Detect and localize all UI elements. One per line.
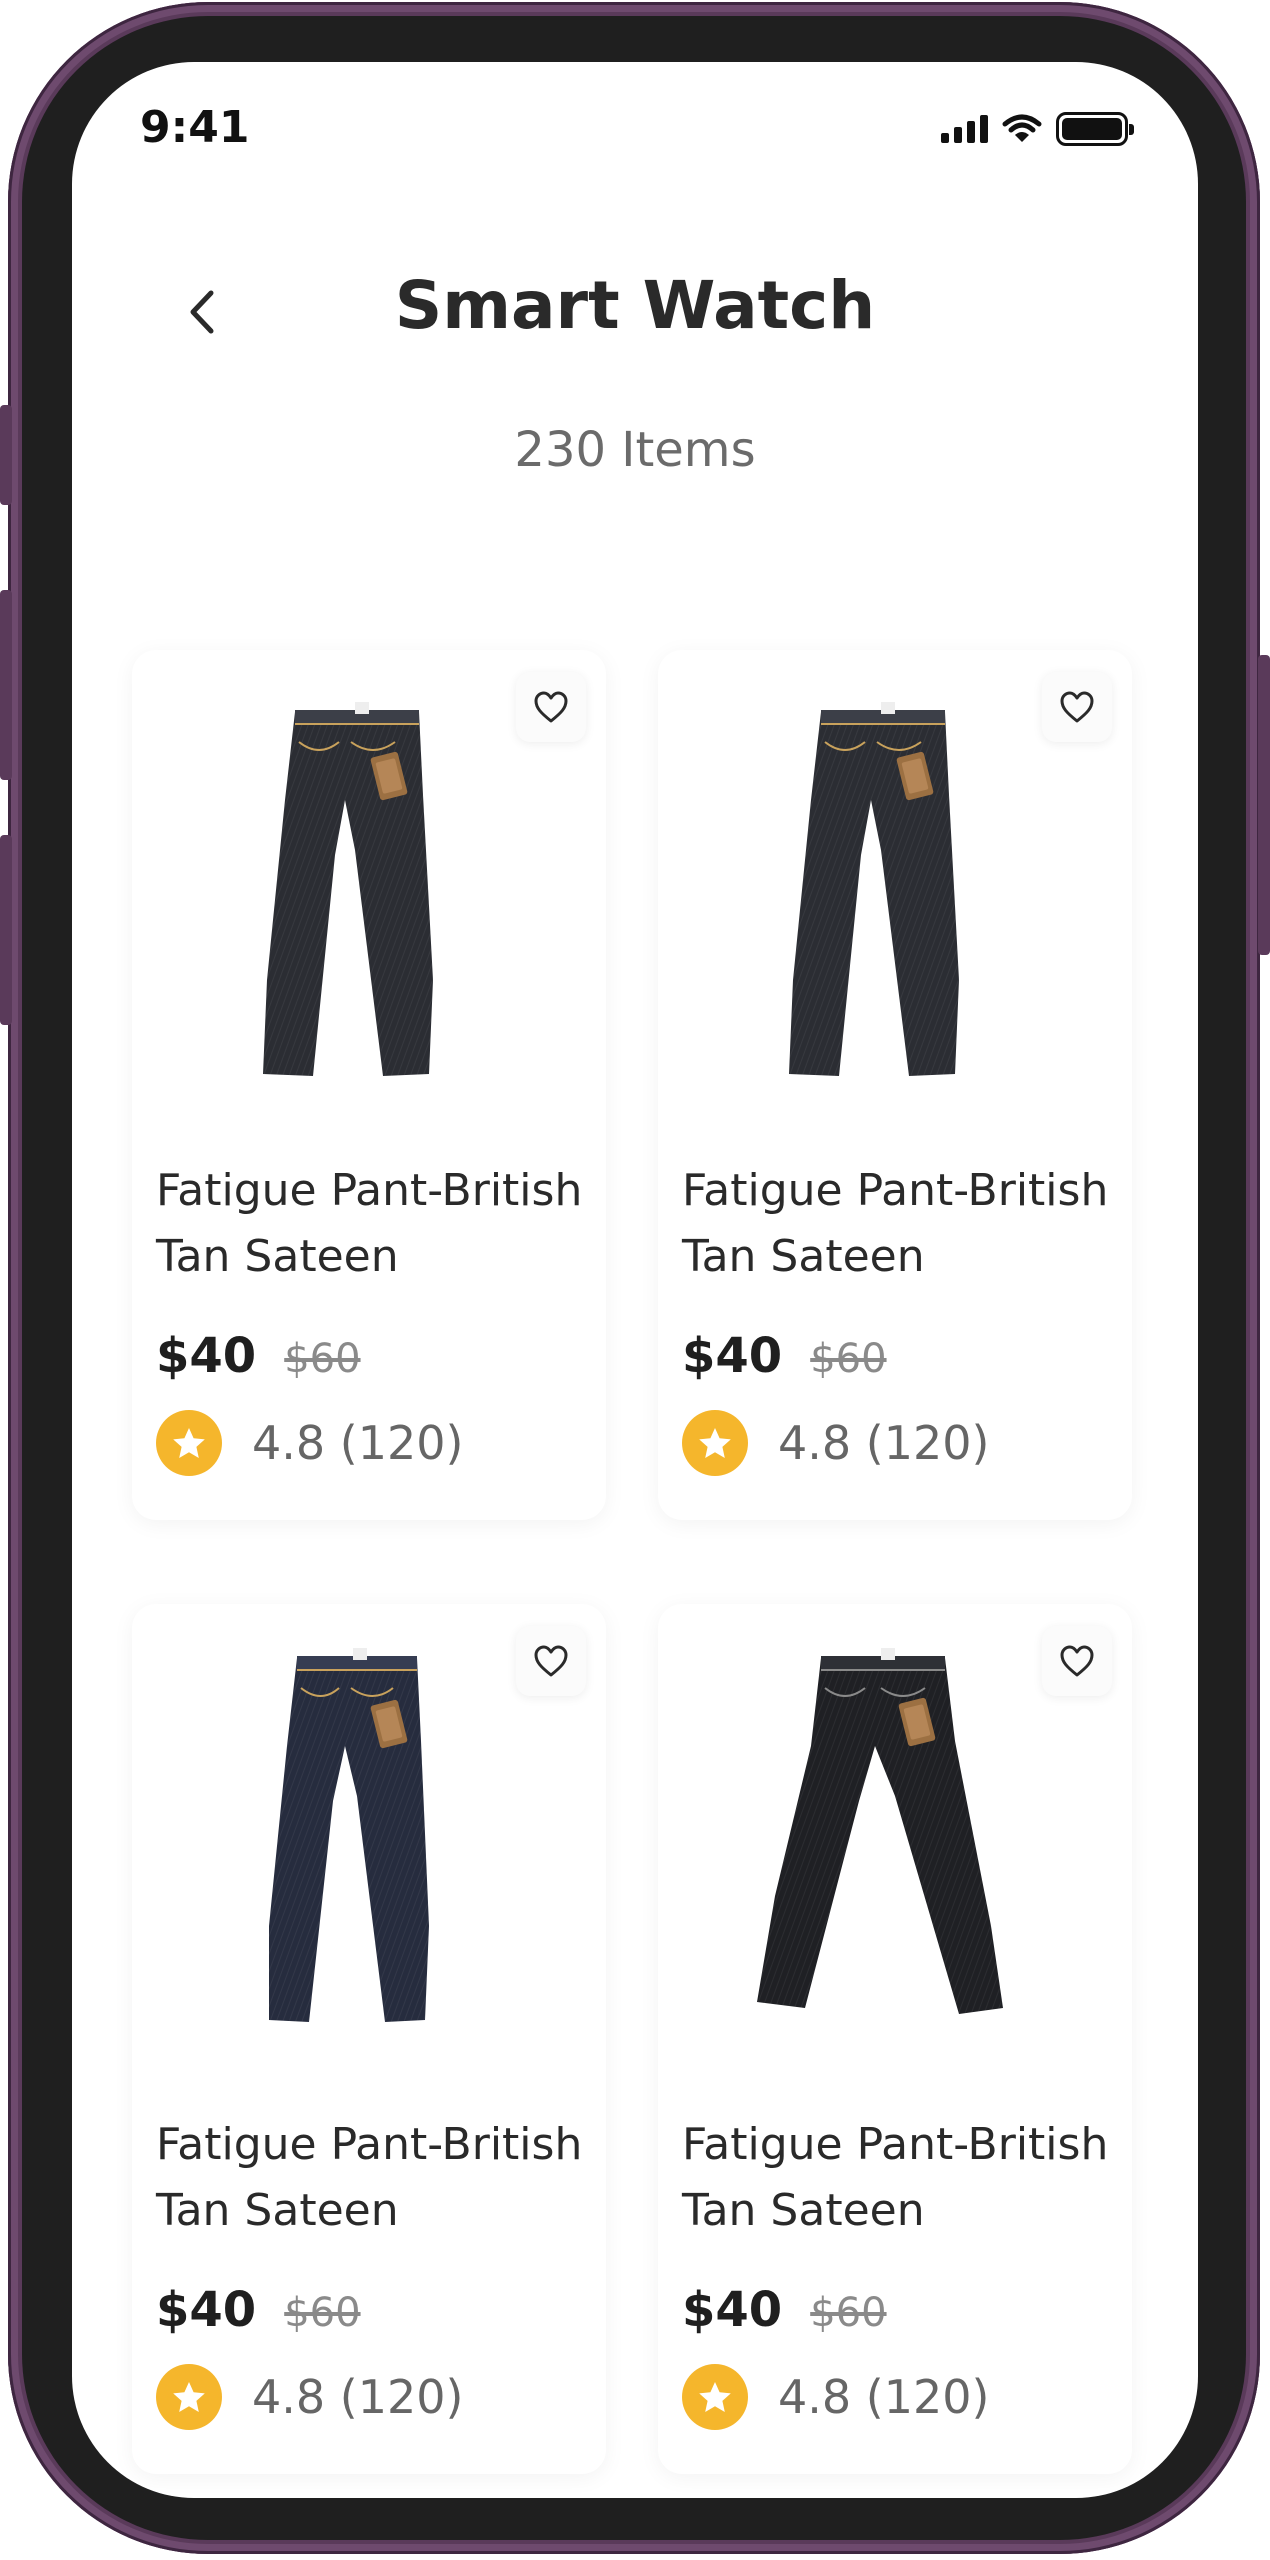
star-icon (156, 2364, 222, 2430)
heart-icon (534, 691, 568, 723)
volume-up-button (0, 590, 12, 780)
price-row: $40 $60 (682, 1328, 887, 1384)
product-price: $40 (156, 2282, 257, 2338)
product-price: $40 (156, 1328, 257, 1384)
signal-icon (941, 115, 988, 143)
favorite-button[interactable] (516, 672, 586, 742)
rating-row: 4.8 (120) (156, 1410, 463, 1476)
favorite-button[interactable] (516, 1626, 586, 1696)
product-price: $40 (682, 2282, 783, 2338)
price-row: $40 $60 (156, 2282, 361, 2338)
star-icon (682, 1410, 748, 1476)
screen: 9:41 Smart Watch 230 Items Fatigue Pant-… (72, 62, 1198, 2498)
product-name: Fatigue Pant-British Tan Sateen (156, 1165, 583, 1282)
battery-icon (1056, 112, 1134, 146)
rating-row: 4.8 (120) (156, 2364, 463, 2430)
product-card[interactable]: Fatigue Pant-British Tan Sateen $40 $60 … (132, 1604, 606, 2474)
product-old-price: $60 (810, 1336, 887, 1382)
product-rating: 4.8 (120) (778, 1416, 990, 1470)
product-card[interactable]: Fatigue Pant-British Tan Sateen $40 $60 … (132, 650, 606, 1520)
price-row: $40 $60 (156, 1328, 361, 1384)
rating-row: 4.8 (120) (682, 2364, 989, 2430)
mute-switch (0, 405, 12, 505)
wifi-icon (1002, 114, 1042, 142)
product-card[interactable]: Fatigue Pant-British Tan Sateen $40 $60 … (658, 650, 1132, 1520)
product-card[interactable]: Fatigue Pant-British Tan Sateen $40 $60 … (658, 1604, 1132, 2474)
rating-row: 4.8 (120) (682, 1410, 989, 1476)
product-name: Fatigue Pant-British Tan Sateen (156, 2119, 583, 2236)
status-icons (941, 112, 1134, 146)
volume-down-button (0, 835, 12, 1025)
heart-icon (1060, 1645, 1094, 1677)
favorite-button[interactable] (1042, 672, 1112, 742)
product-old-price: $60 (284, 1336, 361, 1382)
favorite-button[interactable] (1042, 1626, 1112, 1696)
heart-icon (534, 1645, 568, 1677)
star-icon (682, 2364, 748, 2430)
item-count: 230 Items (514, 422, 756, 478)
product-old-price: $60 (810, 2290, 887, 2336)
heart-icon (1060, 691, 1094, 723)
page-title: Smart Watch (394, 267, 876, 344)
product-rating: 4.8 (120) (252, 2370, 464, 2424)
status-time: 9:41 (140, 102, 250, 153)
power-button (1258, 655, 1270, 955)
price-row: $40 $60 (682, 2282, 887, 2338)
product-name: Fatigue Pant-British Tan Sateen (682, 1165, 1109, 1282)
product-rating: 4.8 (120) (778, 2370, 990, 2424)
star-icon (156, 1410, 222, 1476)
product-price: $40 (682, 1328, 783, 1384)
product-old-price: $60 (284, 2290, 361, 2336)
product-rating: 4.8 (120) (252, 1416, 464, 1470)
product-name: Fatigue Pant-British Tan Sateen (682, 2119, 1109, 2236)
